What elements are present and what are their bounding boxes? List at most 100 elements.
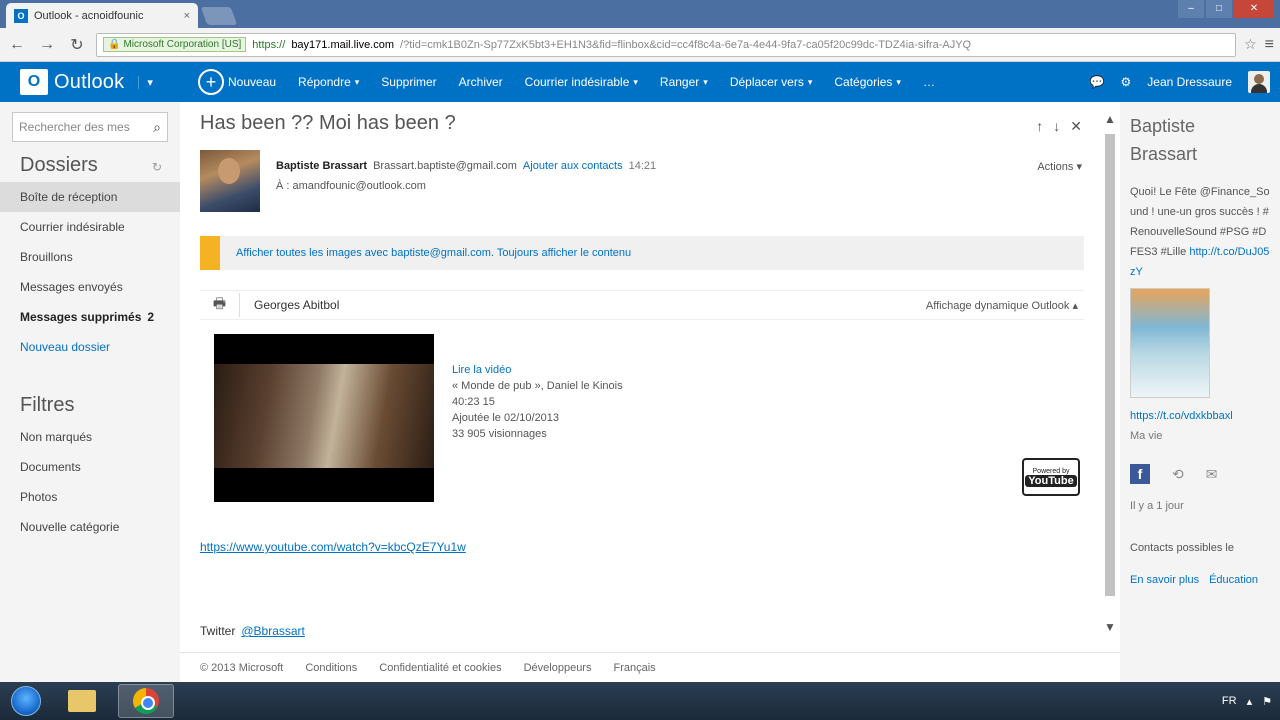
taskbar-explorer[interactable] <box>54 684 110 718</box>
close-message-icon[interactable]: ✕ <box>1070 118 1082 135</box>
sender-name[interactable]: Baptiste Brassart <box>276 160 367 172</box>
add-contact-link[interactable]: Ajouter aux contacts <box>523 160 623 172</box>
flag-icon[interactable]: ⚑ <box>1262 695 1272 708</box>
print-icon[interactable]: 🖶 <box>200 293 240 317</box>
browser-tab-strip: O Outlook - acnoidfounic × – □ ✕ <box>0 0 1280 28</box>
browser-menu-icon[interactable]: ≡ <box>1265 36 1274 54</box>
chevron-down-icon: ▾ <box>703 76 708 87</box>
command-7[interactable]: Catégories ▾ <box>834 75 901 89</box>
contact-link[interactable]: https://t.co/vdxkbbaxl <box>1130 410 1270 422</box>
language-indicator[interactable]: FR <box>1222 695 1237 707</box>
video-thumbnail[interactable] <box>214 334 434 502</box>
youtube-logo[interactable]: Powered by YouTube <box>1022 458 1080 496</box>
search-input[interactable]: Rechercher des mes <box>19 120 153 134</box>
user-avatar[interactable] <box>1248 71 1270 93</box>
reading-pane-scrollbar[interactable]: ▲ ▼ <box>1102 112 1118 640</box>
command-label: Catégories <box>834 75 893 89</box>
tab-close-icon[interactable]: × <box>184 10 190 22</box>
chevron-down-icon: ▾ <box>354 76 360 87</box>
browser-tab[interactable]: O Outlook - acnoidfounic × <box>6 3 198 28</box>
command-6[interactable]: Déplacer vers ▾ <box>730 75 813 89</box>
sender-photo[interactable] <box>200 150 260 212</box>
tray-arrow-icon[interactable]: ▴ <box>1247 695 1253 708</box>
command-2[interactable]: Supprimer <box>381 75 436 89</box>
app-switcher-chevron-icon[interactable]: ▾ <box>138 75 153 89</box>
tweet-time: Il y a 1 jour <box>1130 500 1184 512</box>
contact-name-first[interactable]: Baptiste <box>1130 112 1270 140</box>
close-window-icon[interactable]: ✕ <box>1234 0 1274 18</box>
ev-certificate-badge[interactable]: 🔒 Microsoft Corporation [US] <box>103 37 247 52</box>
search-box[interactable]: Rechercher des mes ⌕ <box>12 112 168 142</box>
message-date: 14:21 <box>628 160 657 172</box>
command-8[interactable]: … <box>923 75 935 89</box>
scroll-thumb[interactable] <box>1105 134 1115 596</box>
video-line: « Monde de pub », Daniel le Kinois <box>452 380 623 392</box>
social-icons: f ⟲ ✉ <box>1130 464 1270 484</box>
back-arrow-icon[interactable]: ← <box>6 34 28 56</box>
display-mode-toggle[interactable]: Affichage dynamique Outlook ▴ <box>926 299 1084 312</box>
unread-count: 2 <box>147 310 155 324</box>
contact-name-last[interactable]: Brassart <box>1130 140 1270 168</box>
filter-item[interactable]: Non marqués <box>0 422 180 452</box>
minimize-icon[interactable]: – <box>1178 0 1204 18</box>
twitter-handle-link[interactable]: @Bbrassart <box>241 624 305 638</box>
command-5[interactable]: Ranger ▾ <box>660 75 708 89</box>
system-tray: FR ▴ ⚑ <box>1222 682 1272 720</box>
new-tab-button[interactable] <box>200 7 238 25</box>
facebook-icon[interactable]: f <box>1130 464 1150 484</box>
forward-arrow-icon[interactable]: → <box>36 34 58 56</box>
lock-icon: 🔒 <box>108 39 121 50</box>
user-name[interactable]: Jean Dressaure <box>1147 75 1232 89</box>
scroll-up-icon[interactable]: ▲ <box>1104 112 1116 126</box>
expand-icon[interactable]: ↑ <box>1036 118 1043 135</box>
folder-item[interactable]: Courrier indésirable <box>0 212 180 242</box>
command-1[interactable]: Répondre ▾ <box>298 75 359 89</box>
command-label: Supprimer <box>381 75 437 89</box>
scroll-down-icon[interactable]: ▼ <box>1104 620 1116 634</box>
start-button[interactable] <box>6 682 46 720</box>
message-icon[interactable]: ✉ <box>1206 466 1218 483</box>
filter-item[interactable]: Photos <box>0 482 180 512</box>
actions-dropdown[interactable]: Actions ▾ <box>1037 160 1082 173</box>
footer-link[interactable]: Développeurs <box>524 662 592 674</box>
context-from: Georges Abitbol <box>254 298 340 312</box>
video-info: Lire la vidéo « Monde de pub », Daniel l… <box>452 362 623 442</box>
command-3[interactable]: Archiver <box>459 75 503 89</box>
info-bar-marker <box>200 236 220 270</box>
folder-list: Boîte de réception Courrier indésirable Br… <box>0 182 180 362</box>
folder-item[interactable]: Messages supprimés 2 <box>0 302 180 332</box>
folder-item[interactable]: Messages envoyés <box>0 272 180 302</box>
folders-title[interactable]: Dossiers <box>20 154 98 177</box>
recipient-line[interactable]: À : amandfounic@outlook.com <box>276 180 426 192</box>
maximize-icon[interactable]: □ <box>1206 0 1232 18</box>
tweet-image[interactable] <box>1130 288 1210 398</box>
footer-link[interactable]: Conditions <box>305 662 357 674</box>
youtube-link[interactable]: https://www.youtube.com/watch?v=kbcQzE7Y… <box>200 540 466 554</box>
command-0[interactable]: + Nouveau <box>198 69 276 95</box>
address-bar[interactable]: 🔒 Microsoft Corporation [US] https:// bay… <box>96 32 1237 57</box>
play-video-link[interactable]: Lire la vidéo <box>452 362 623 378</box>
folder-item[interactable]: Boîte de réception <box>0 182 180 212</box>
folder-label: Messages envoyés <box>20 280 123 294</box>
show-images-link[interactable]: Afficher toutes les images avec baptiste… <box>236 247 631 259</box>
download-icon[interactable]: ↓ <box>1053 118 1060 135</box>
footer-link[interactable]: Confidentialité et cookies <box>379 662 501 674</box>
chat-icon[interactable]: 💬 <box>1090 75 1105 89</box>
folder-item[interactable]: Brouillons <box>0 242 180 272</box>
command-4[interactable]: Courrier indésirable ▾ <box>525 75 638 89</box>
search-icon[interactable]: ⌕ <box>153 119 161 136</box>
settings-gear-icon[interactable]: ⚙ <box>1121 75 1132 89</box>
taskbar-chrome[interactable] <box>118 684 174 718</box>
filter-item[interactable]: Documents <box>0 452 180 482</box>
footer-link[interactable]: Français <box>613 662 655 674</box>
retweet-icon[interactable]: ⟲ <box>1172 466 1184 483</box>
outlook-logo[interactable]: O Outlook ▾ <box>0 62 178 102</box>
reload-icon[interactable]: ↻ <box>66 34 88 56</box>
education-link[interactable]: Éducation <box>1209 574 1258 586</box>
learn-more-link[interactable]: En savoir plus <box>1130 574 1199 586</box>
bookmark-star-icon[interactable]: ☆ <box>1244 36 1257 53</box>
filter-item[interactable]: Nouvelle catégorie <box>0 512 180 542</box>
folder-item[interactable]: Nouveau dossier <box>0 332 180 362</box>
refresh-icon[interactable]: ↻ <box>152 160 162 174</box>
filters-title[interactable]: Filtres <box>20 394 74 417</box>
